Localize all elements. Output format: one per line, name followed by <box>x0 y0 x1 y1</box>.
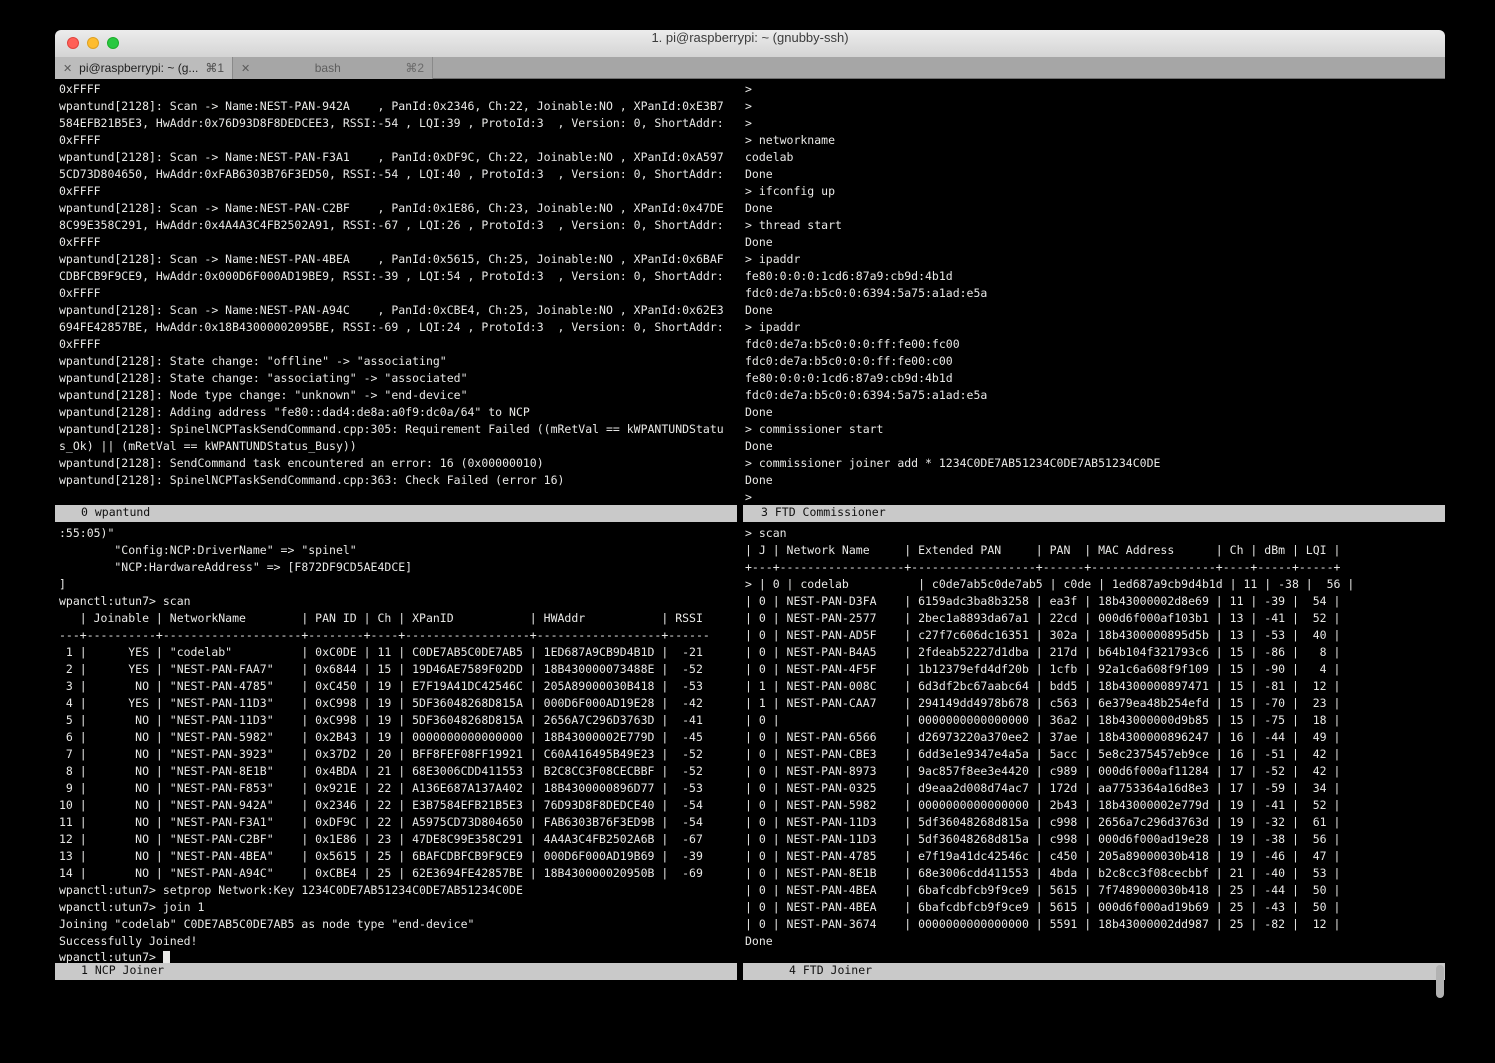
close-icon[interactable]: ✕ <box>63 62 72 75</box>
pane-ftd-joiner-output: > scan | J | Network Name | Extended PAN… <box>745 525 1445 961</box>
tab-ssh-session[interactable]: ✕ pi@raspberrypi: ~ (g... ⌘1 <box>55 57 233 79</box>
tab-shortcut: ⌘1 <box>205 61 224 75</box>
prompt-text: wpanctl:utun7> <box>59 950 156 964</box>
scrollbar-thumb[interactable] <box>1436 965 1444 998</box>
desktop: 1. pi@raspberrypi: ~ (gnubby-ssh) ✕ pi@r… <box>0 0 1495 1063</box>
tab-label: bash <box>256 61 399 75</box>
pane-title-ftd-commissioner: 3 FTD Commissioner <box>743 505 1445 522</box>
titlebar[interactable]: 1. pi@raspberrypi: ~ (gnubby-ssh) <box>55 30 1445 58</box>
tab-shortcut: ⌘2 <box>405 61 424 75</box>
pane-title-ftd-joiner: 4 FTD Joiner <box>743 963 1445 980</box>
terminal: 0xFFFF wpantund[2128]: Scan -> Name:NEST… <box>55 79 1445 1008</box>
tab-bash[interactable]: ✕ bash ⌘2 <box>233 57 433 79</box>
pane-wpantund-output: 0xFFFF wpantund[2128]: Scan -> Name:NEST… <box>59 81 739 503</box>
pane-ncp-joiner-output: :55:05)" "Config:NCP:DriverName" => "spi… <box>59 525 739 950</box>
close-icon[interactable]: ✕ <box>241 62 250 75</box>
tab-bar: ✕ pi@raspberrypi: ~ (g... ⌘1 ✕ bash ⌘2 <box>55 57 1445 79</box>
pane-title-ncp-joiner: 1 NCP Joiner <box>55 963 737 980</box>
window-title: 1. pi@raspberrypi: ~ (gnubby-ssh) <box>55 30 1445 57</box>
terminal-window: 1. pi@raspberrypi: ~ (gnubby-ssh) ✕ pi@r… <box>55 30 1445 1008</box>
pane-title-wpantund: 0 wpantund <box>55 505 737 522</box>
pane-ftd-commissioner-output: > > > > networkname codelab Done > ifcon… <box>745 81 1445 503</box>
tab-label: pi@raspberrypi: ~ (g... <box>78 61 199 75</box>
